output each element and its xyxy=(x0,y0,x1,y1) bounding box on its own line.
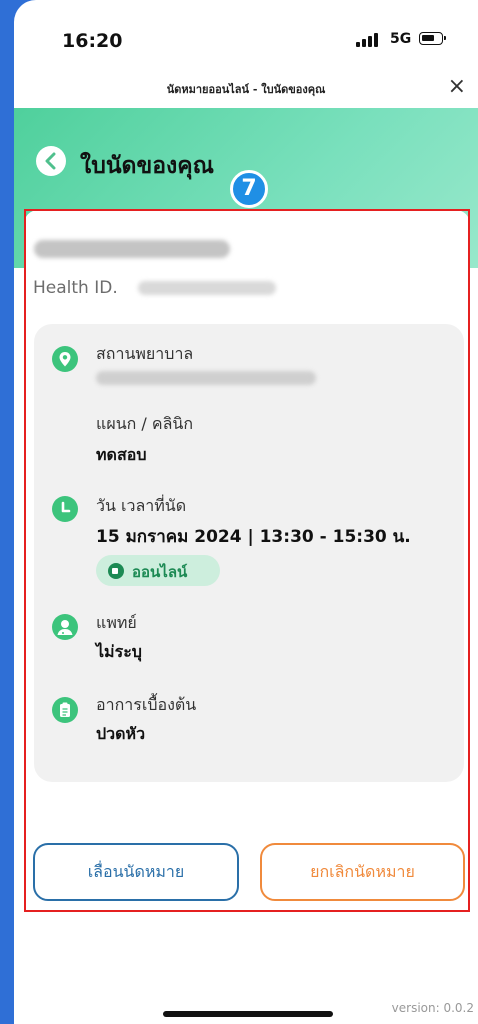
hospital-value-redacted xyxy=(96,371,316,385)
doctor-label: แพทย์ xyxy=(96,613,137,632)
video-icon xyxy=(108,563,124,579)
signal-icon xyxy=(356,33,378,47)
page-title: ใบนัดของคุณ xyxy=(80,153,214,179)
patient-name-redacted xyxy=(34,240,230,258)
doctor-value: ไม่ระบุ xyxy=(96,642,142,661)
symptom-label: อาการเบื้องต้น xyxy=(96,695,197,714)
cancel-appointment-button[interactable]: ยกเลิกนัดหมาย xyxy=(260,843,465,901)
department-label: แผนก / คลินิก xyxy=(96,414,194,433)
close-icon[interactable]: × xyxy=(448,74,466,99)
health-id-redacted xyxy=(138,281,276,295)
step-badge: 7 xyxy=(230,170,268,208)
status-bar: 16:20 5G xyxy=(14,0,478,70)
symptom-value: ปวดหัว xyxy=(96,724,146,743)
location-pin-icon xyxy=(52,346,78,372)
reschedule-button[interactable]: เลื่อนนัดหมาย xyxy=(33,843,239,901)
department-value: ทดสอบ xyxy=(96,445,147,464)
network-type: 5G xyxy=(390,31,412,47)
online-chip: ออนไลน์ xyxy=(96,555,220,586)
back-chevron-icon[interactable] xyxy=(36,146,66,176)
hospital-label: สถานพยาบาล xyxy=(96,344,194,363)
datetime-label: วัน เวลาที่นัด xyxy=(96,496,187,515)
clipboard-icon xyxy=(52,697,78,723)
battery-icon xyxy=(419,32,446,45)
health-id-label: Health ID. xyxy=(33,278,118,298)
version-label: version: 0.0.2 xyxy=(391,1001,474,1015)
online-chip-label: ออนไลน์ xyxy=(132,563,188,581)
doctor-icon xyxy=(52,614,78,640)
webview-title: นัดหมายออนไลน์ - ใบนัดของคุณ xyxy=(166,83,326,96)
phone-screen: 16:20 5G นัดหมายออนไลน์ - ใบนัดของคุณ × … xyxy=(14,0,478,1024)
clock-icon xyxy=(52,496,78,522)
datetime-value: 15 มกราคม 2024 | 13:30 - 15:30 น. xyxy=(96,527,411,547)
webview-bar: นัดหมายออนไลน์ - ใบนัดของคุณ × xyxy=(14,70,478,109)
status-time: 16:20 xyxy=(62,30,123,52)
home-indicator[interactable] xyxy=(163,1011,333,1017)
